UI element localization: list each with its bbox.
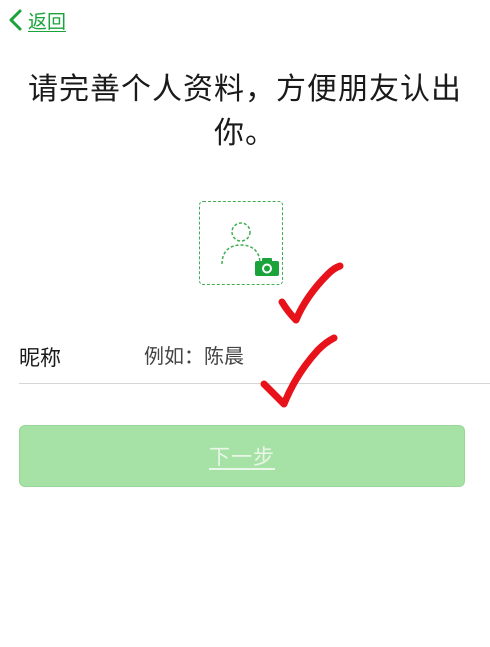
avatar-upload-button[interactable] [199,201,283,285]
nickname-row: 昵称 [0,330,490,384]
next-step-label: 下一步 [209,445,275,469]
back-button[interactable]: 返回 [8,4,66,36]
red-checkmark [260,334,338,408]
back-label: 返回 [28,10,67,33]
page-title: 请完善个人资料，方便朋友认出你。 [28,72,462,151]
next-step-button[interactable]: 下一步 [19,425,465,487]
chevron-left-icon [8,8,24,32]
red-checkmark [278,262,344,324]
nickname-label: 昵称 [19,346,61,370]
